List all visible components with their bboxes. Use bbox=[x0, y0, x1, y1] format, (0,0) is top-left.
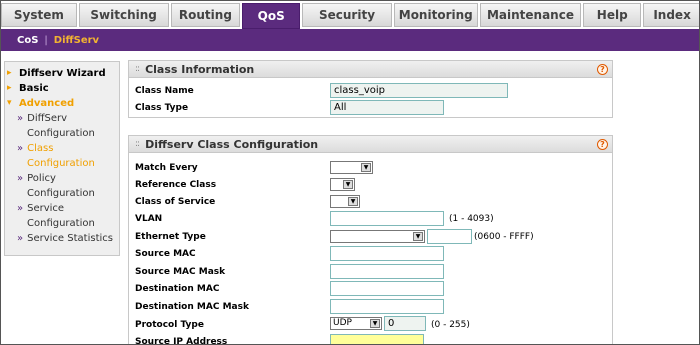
sidebar-item-label: Configuration bbox=[27, 218, 95, 229]
sidebar-item-label: DiffServ bbox=[27, 113, 68, 124]
grip-icon: :: bbox=[135, 139, 140, 149]
dropdown-arrow-icon: ▼ bbox=[343, 180, 353, 189]
match-every-select[interactable]: ▼ bbox=[330, 161, 373, 174]
sidebar-item-label: Basic bbox=[19, 83, 49, 94]
panel-header: :: Class Information ? bbox=[129, 61, 612, 78]
subnav-separator: | bbox=[44, 34, 48, 46]
sidebar-item-wizard[interactable]: ▸ Diffserv Wizard bbox=[5, 66, 119, 81]
reference-class-label: Reference Class bbox=[135, 180, 217, 190]
class-of-service-select[interactable]: ▼ bbox=[330, 195, 360, 208]
class-of-service-label: Class of Service bbox=[135, 197, 216, 207]
protocol-number-input: 0 bbox=[384, 316, 426, 331]
class-type-field: All bbox=[330, 100, 444, 115]
panel-title: Diffserv Class Configuration bbox=[145, 137, 319, 151]
sidebar-item-label: Service Statistics bbox=[27, 233, 113, 244]
sidebar-item-label: Configuration bbox=[27, 188, 95, 199]
protocol-type-label: Protocol Type bbox=[135, 320, 204, 330]
sidebar-item-label: Service bbox=[27, 203, 65, 214]
panel-title: Class Information bbox=[145, 62, 255, 76]
vlan-input[interactable] bbox=[330, 211, 444, 226]
sub-navigation: CoS | DiffServ bbox=[1, 29, 699, 51]
tab-monitoring[interactable]: Monitoring bbox=[393, 3, 478, 27]
class-type-label: Class Type bbox=[135, 103, 189, 113]
grip-icon: :: bbox=[135, 64, 140, 74]
help-icon[interactable]: ? bbox=[597, 139, 608, 150]
protocol-type-select[interactable]: UDP ▼ bbox=[330, 317, 382, 330]
arrow-down-icon: ▾ bbox=[7, 98, 12, 108]
protocol-type-value: UDP bbox=[333, 318, 352, 328]
sidebar-item-diffserv-configuration[interactable]: » DiffServ Configuration bbox=[5, 111, 119, 141]
bullet-icon: » bbox=[17, 203, 24, 214]
tab-qos[interactable]: QoS bbox=[242, 3, 301, 29]
bullet-icon: » bbox=[17, 113, 24, 124]
source-mac-input[interactable] bbox=[330, 246, 444, 261]
source-mac-label: Source MAC bbox=[135, 249, 196, 259]
sidebar-item-label: Configuration bbox=[27, 158, 95, 169]
sidebar: ▸ Diffserv Wizard ▸ Basic ▾ Advanced » Di… bbox=[4, 61, 120, 256]
vlan-label: VLAN bbox=[135, 214, 163, 224]
ethernet-type-select[interactable]: ▼ bbox=[330, 230, 425, 243]
subnav-diffserv[interactable]: DiffServ bbox=[54, 35, 99, 46]
sidebar-item-label: Policy bbox=[27, 173, 56, 184]
top-tabs: System Switching Routing QoS Security Mo… bbox=[1, 3, 699, 29]
dropdown-arrow-icon: ▼ bbox=[361, 163, 371, 172]
tab-system[interactable]: System bbox=[1, 3, 77, 27]
sidebar-item-service-statistics[interactable]: » Service Statistics bbox=[5, 231, 119, 246]
bullet-icon: » bbox=[17, 173, 24, 184]
protocol-range-hint: (0 - 255) bbox=[431, 320, 470, 330]
dropdown-arrow-icon: ▼ bbox=[413, 232, 423, 241]
source-mac-mask-input[interactable] bbox=[330, 264, 444, 279]
sidebar-item-label: Advanced bbox=[19, 98, 75, 109]
dropdown-arrow-icon: ▼ bbox=[348, 197, 358, 206]
source-ip-label: Source IP Address bbox=[135, 337, 228, 345]
tab-maintenance[interactable]: Maintenance bbox=[479, 3, 582, 27]
match-every-label: Match Every bbox=[135, 163, 198, 173]
tab-index[interactable]: Index bbox=[643, 3, 699, 27]
sidebar-item-label: Diffserv Wizard bbox=[19, 68, 106, 79]
subnav-cos[interactable]: CoS bbox=[17, 35, 38, 46]
source-ip-input[interactable] bbox=[330, 334, 424, 344]
tab-security[interactable]: Security bbox=[302, 3, 392, 27]
sidebar-item-basic[interactable]: ▸ Basic bbox=[5, 81, 119, 96]
arrow-right-icon: ▸ bbox=[7, 68, 12, 78]
ethernet-type-input[interactable] bbox=[427, 229, 472, 244]
sidebar-item-service-configuration[interactable]: » Service Configuration bbox=[5, 201, 119, 231]
destination-mac-label: Destination MAC bbox=[135, 284, 220, 294]
class-name-label: Class Name bbox=[135, 86, 194, 96]
source-mac-mask-label: Source MAC Mask bbox=[135, 267, 226, 277]
sidebar-item-class-configuration[interactable]: » Class Configuration bbox=[5, 141, 119, 171]
dropdown-arrow-icon: ▼ bbox=[370, 319, 380, 328]
tab-help[interactable]: Help bbox=[583, 3, 642, 27]
class-information-panel: :: Class Information ? Class Name class_… bbox=[128, 60, 613, 118]
arrow-right-icon: ▸ bbox=[7, 83, 12, 93]
vlan-range-hint: (1 - 4093) bbox=[449, 214, 494, 224]
help-icon[interactable]: ? bbox=[597, 64, 608, 75]
ethernet-type-range-hint: (0600 - FFFF) bbox=[474, 232, 534, 242]
tab-switching[interactable]: Switching bbox=[78, 3, 169, 27]
sidebar-item-label: Class bbox=[27, 143, 54, 154]
tab-routing[interactable]: Routing bbox=[170, 3, 241, 27]
reference-class-select[interactable]: ▼ bbox=[330, 178, 355, 191]
panel-header: :: Diffserv Class Configuration ? bbox=[129, 136, 612, 153]
bullet-icon: » bbox=[17, 143, 24, 154]
sidebar-item-label: Configuration bbox=[27, 128, 95, 139]
destination-mac-mask-label: Destination MAC Mask bbox=[135, 302, 249, 312]
ethernet-type-label: Ethernet Type bbox=[135, 232, 206, 242]
app-frame: System Switching Routing QoS Security Mo… bbox=[0, 0, 700, 345]
bullet-icon: » bbox=[17, 233, 24, 244]
sidebar-item-advanced[interactable]: ▾ Advanced bbox=[5, 96, 119, 111]
destination-mac-input[interactable] bbox=[330, 281, 444, 296]
class-configuration-panel: :: Diffserv Class Configuration ? Match … bbox=[128, 135, 613, 345]
destination-mac-mask-input[interactable] bbox=[330, 299, 444, 314]
sidebar-item-policy-configuration[interactable]: » Policy Configuration bbox=[5, 171, 119, 201]
class-name-field: class_voip bbox=[330, 83, 508, 98]
